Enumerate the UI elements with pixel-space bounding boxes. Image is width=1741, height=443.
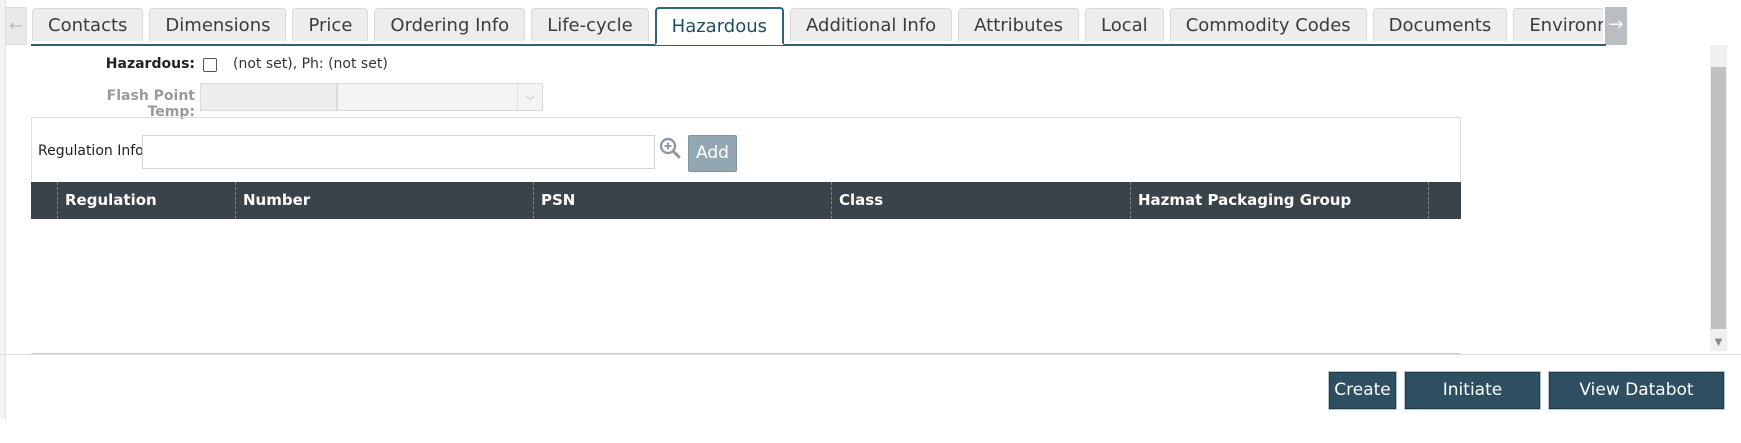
create-button[interactable]: Create [1329,372,1396,409]
hazardous-label: Hazardous: [105,56,195,72]
tab-life-cycle[interactable]: Life-cycle [531,8,649,41]
initiate-databot-button[interactable]: Initiate Databot [1405,372,1540,435]
page: ← Contacts Dimensions Price Ordering Info Li… [0,0,1741,435]
footer-divider [0,354,1741,355]
flash-point-unit-select[interactable]: ⌵ [337,83,543,111]
hazardous-value: (not set), Ph: (not set) [233,56,388,72]
chevron-down-icon: ⌵ [517,84,542,110]
column-header-hazmat-packaging-group[interactable]: Hazmat Packaging Group [1130,182,1428,219]
regulation-grid-header: Regulation Number PSN Class Hazmat Packa… [31,182,1461,219]
view-databot-details-button[interactable]: View Databot Details [1549,372,1724,435]
arrow-left-icon[interactable]: ← [5,7,27,45]
arrow-right-icon[interactable]: → [1605,7,1627,45]
regulation-grid-body [31,219,1461,353]
regulation-info-label: Regulation Info [38,143,144,159]
tab-list: Contacts Dimensions Price Ordering Info Life… [32,7,1603,45]
tab-hazardous[interactable]: Hazardous [654,7,785,45]
tab-ordering-info[interactable]: Ordering Info [374,8,526,41]
add-button[interactable]: Add [688,135,737,172]
tab-additional-info[interactable]: Additional Info [790,8,953,41]
tab-underline [31,44,1606,46]
column-header-class[interactable]: Class [831,182,1130,219]
zoom-in-icon[interactable] [658,136,682,160]
left-edge [0,0,6,419]
tab-contacts[interactable]: Contacts [32,8,144,41]
column-header-number[interactable]: Number [235,182,533,219]
tab-strip: ← Contacts Dimensions Price Ordering Info Li… [5,7,1627,46]
flash-point-input[interactable] [200,83,337,111]
tab-documents[interactable]: Documents [1372,8,1508,41]
column-header-psn[interactable]: PSN [533,182,831,219]
tab-price[interactable]: Price [292,8,369,41]
regulation-info-input[interactable] [142,135,655,169]
hazardous-checkbox[interactable] [203,58,217,72]
column-header-regulation[interactable]: Regulation [57,182,235,219]
vertical-scrollbar[interactable]: ▼ [1710,45,1727,351]
scroll-down-icon[interactable]: ▼ [1710,335,1727,351]
tab-local[interactable]: Local [1085,8,1164,41]
tab-commodity-codes[interactable]: Commodity Codes [1169,8,1367,41]
scrollbar-thumb[interactable] [1711,67,1726,329]
tab-dimensions[interactable]: Dimensions [149,8,287,41]
tab-environmental-social[interactable]: Environmental Social Go [1513,8,1603,41]
tab-attributes[interactable]: Attributes [958,8,1080,41]
flash-point-label: Flash Point Temp: [106,88,195,120]
column-header-end [1428,182,1461,219]
